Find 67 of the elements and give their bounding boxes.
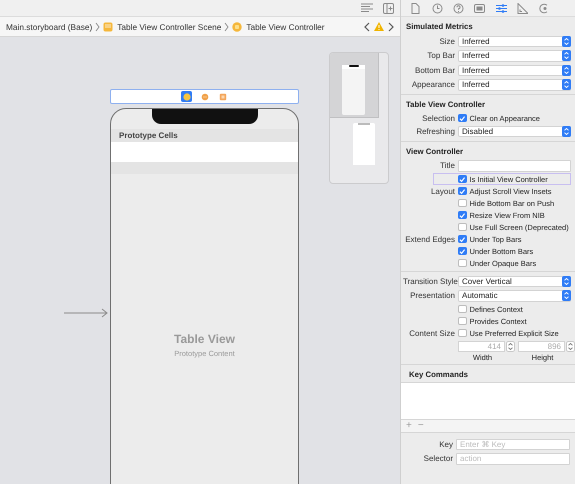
title-field[interactable] xyxy=(458,160,571,172)
field-label: Top Bar xyxy=(426,51,456,60)
scene-dock-item[interactable] xyxy=(199,91,210,102)
input-field[interactable]: Enter ⌘ Key xyxy=(456,438,570,450)
entry-point-arrow[interactable] xyxy=(64,308,108,318)
section-header: Prototype Cells xyxy=(111,129,298,142)
prototype-cell[interactable] xyxy=(111,142,298,162)
dropdown[interactable]: Inferred xyxy=(458,79,571,90)
sliders-icon[interactable] xyxy=(496,2,507,14)
table-view-title: Table View xyxy=(174,332,235,346)
scene-dock-item[interactable] xyxy=(217,91,228,102)
field-label: Layout xyxy=(430,186,456,196)
dropdown[interactable]: Disabled xyxy=(458,126,571,137)
field-label: Title xyxy=(439,161,456,170)
number-field[interactable]: 896 xyxy=(518,341,565,352)
field-label: Bottom Bar xyxy=(414,66,456,75)
editor-options-icon[interactable] xyxy=(361,3,373,13)
field-label: Selector xyxy=(422,454,454,464)
stepper-icon[interactable] xyxy=(562,79,571,90)
input-field[interactable]: action xyxy=(456,453,570,464)
stepper-icon[interactable] xyxy=(506,341,515,352)
stepper-icon[interactable] xyxy=(566,341,575,352)
stepper-icon[interactable] xyxy=(562,126,571,137)
exit-icon xyxy=(218,92,226,100)
field-label: Key xyxy=(438,440,454,449)
checkmark-icon xyxy=(459,114,466,122)
field-label: Refreshing xyxy=(415,126,456,136)
dropdown[interactable]: Cover Vertical xyxy=(458,276,571,287)
field-label: Extend Edges xyxy=(404,234,456,244)
checkmark-icon xyxy=(459,212,466,218)
breadcrumb-item[interactable]: Table View Controller Scene xyxy=(103,22,222,32)
field-label: Presentation xyxy=(409,291,456,300)
controller-icon xyxy=(182,92,190,100)
clock-icon[interactable] xyxy=(432,2,443,14)
add-editor-icon[interactable] xyxy=(383,2,394,14)
stepper-icon[interactable] xyxy=(562,36,571,47)
breadcrumb-item[interactable]: Table View Controller xyxy=(232,22,325,32)
minimap[interactable] xyxy=(329,52,389,184)
field-label: Size xyxy=(438,36,456,46)
scene-icon xyxy=(103,22,114,32)
arrow-circle-icon[interactable] xyxy=(538,2,550,14)
warning-icon[interactable] xyxy=(374,22,384,31)
dropdown[interactable]: Automatic xyxy=(458,290,571,302)
dropdown[interactable]: Inferred xyxy=(458,36,571,47)
forward-icon[interactable] xyxy=(388,22,394,32)
chevron-icon xyxy=(224,22,230,32)
ruler-icon[interactable] xyxy=(517,2,528,14)
chevron-icon xyxy=(95,22,100,32)
stepper-icon[interactable] xyxy=(562,290,571,302)
stepper-icon[interactable] xyxy=(562,50,571,62)
field-label: Content Size xyxy=(408,328,456,338)
dropdown[interactable]: Inferred xyxy=(458,50,571,62)
number-field[interactable]: 414 xyxy=(458,341,505,352)
help-icon[interactable] xyxy=(453,2,464,14)
view-controller-icon xyxy=(232,22,242,32)
field-label: Selection xyxy=(421,114,456,122)
field-label: Appearance xyxy=(410,80,456,90)
breadcrumb-item[interactable]: Main.storyboard (Base) xyxy=(6,22,92,32)
back-icon[interactable] xyxy=(364,22,370,32)
dropdown[interactable]: Inferred xyxy=(458,64,571,76)
stepper-icon[interactable] xyxy=(562,64,571,76)
document-icon[interactable] xyxy=(410,2,422,14)
stepper-icon[interactable] xyxy=(562,276,571,287)
scene-dock-item[interactable] xyxy=(181,91,192,102)
field-label: Transition Style xyxy=(403,276,458,286)
responder-icon xyxy=(200,92,208,100)
id-card-icon[interactable] xyxy=(474,2,486,14)
